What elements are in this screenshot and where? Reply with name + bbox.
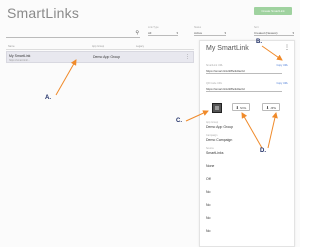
panel-kebab-menu-icon[interactable]: ⋮ xyxy=(284,45,290,51)
download-png-button[interactable]: ⬇JPG xyxy=(262,103,280,111)
annotation-b: B. xyxy=(256,39,262,45)
filter-type-label: Link Type xyxy=(148,26,159,29)
field-value-9: No xyxy=(206,229,211,233)
download-svg-label: SVG xyxy=(240,106,247,110)
download-png-label: JPG xyxy=(270,106,277,110)
table-header: Name App Group Legacy xyxy=(6,44,194,50)
row-name: My SmartLink xyxy=(9,54,31,58)
qr-code-icon xyxy=(212,103,222,113)
chevron-down-icon: ▾ xyxy=(292,31,294,35)
row-app-group: Demo App Group xyxy=(93,55,121,59)
arrow-a xyxy=(55,59,77,96)
row-subtext: https://smart.link/... xyxy=(9,59,30,62)
field-value-app-group: Demo App Group xyxy=(206,125,234,129)
download-icon: ⬇ xyxy=(235,105,239,110)
chevron-down-icon: ▾ xyxy=(176,31,178,35)
smartlinks-table: Name App Group Legacy My SmartLink https… xyxy=(6,44,194,63)
column-header-name: Name xyxy=(8,45,15,48)
annotation-d: D. xyxy=(260,148,266,154)
filter-type[interactable]: Link Type All ▾ xyxy=(148,26,178,36)
table-row[interactable]: My SmartLink https://smart.link/... Demo… xyxy=(6,51,194,63)
create-smartlink-button[interactable]: Create SmartLink xyxy=(254,7,292,15)
filter-status-value: Active xyxy=(194,31,203,35)
download-svg-button[interactable]: ⬇SVG xyxy=(232,103,250,111)
field-label-source: Source xyxy=(206,147,214,150)
field-label-campaign: Campaign xyxy=(206,134,218,137)
field-label-app-group: App Group xyxy=(206,121,219,124)
column-header-app-group: App Group xyxy=(92,45,105,48)
row-kebab-menu-icon[interactable]: ⋮ xyxy=(185,54,190,60)
search-icon: ⚲ xyxy=(135,30,139,36)
smartlinks-page: SmartLinks Create SmartLink ⚲ Link Type … xyxy=(0,0,300,247)
page-title: SmartLinks xyxy=(7,5,80,21)
filter-type-value: All xyxy=(148,31,152,35)
panel-label-smartlink-url: SmartLink URL xyxy=(206,64,223,67)
filter-sort-value: Created (Newest) xyxy=(254,31,278,35)
field-value-7: No xyxy=(206,203,211,207)
filter-sort-label: Sort xyxy=(254,26,259,29)
smartlink-detail-panel: My SmartLink ⋮ SmartLink URL Copy URL ht… xyxy=(199,40,295,247)
annotation-c: C. xyxy=(176,118,182,124)
filter-status[interactable]: Status Active ▾ xyxy=(194,26,226,36)
copy-url-link[interactable]: Copy URL xyxy=(276,64,288,67)
qr-url-field[interactable]: https://smart.link/28fe3d4e3d xyxy=(206,86,282,92)
annotation-a: A. xyxy=(45,95,51,101)
panel-title: My SmartLink xyxy=(206,45,249,52)
field-value-campaign: Demo Campaign xyxy=(206,138,233,142)
field-value-4: None xyxy=(206,164,215,168)
download-icon: ⬇ xyxy=(265,105,270,110)
copy-qr-url-link[interactable]: Copy URL xyxy=(276,82,288,85)
field-value-source: SmartLinks xyxy=(206,151,224,155)
panel-label-qr-url: QR Code URL xyxy=(206,82,223,85)
filter-status-label: Status xyxy=(194,26,202,29)
column-header-legacy: Legacy xyxy=(136,45,145,48)
field-value-6: No xyxy=(206,190,211,194)
search-input[interactable]: ⚲ xyxy=(6,30,140,38)
chevron-down-icon: ▾ xyxy=(224,31,226,35)
smartlink-url-field[interactable]: https://smart.link/28fe3d4e3d xyxy=(206,68,282,74)
field-value-8: No xyxy=(206,216,211,220)
field-value-5: Off xyxy=(206,177,211,181)
filter-sort[interactable]: Sort Created (Newest) ▾ xyxy=(254,26,294,36)
filter-bar: ⚲ Link Type All ▾ Status Active ▾ Sort C… xyxy=(0,26,300,40)
